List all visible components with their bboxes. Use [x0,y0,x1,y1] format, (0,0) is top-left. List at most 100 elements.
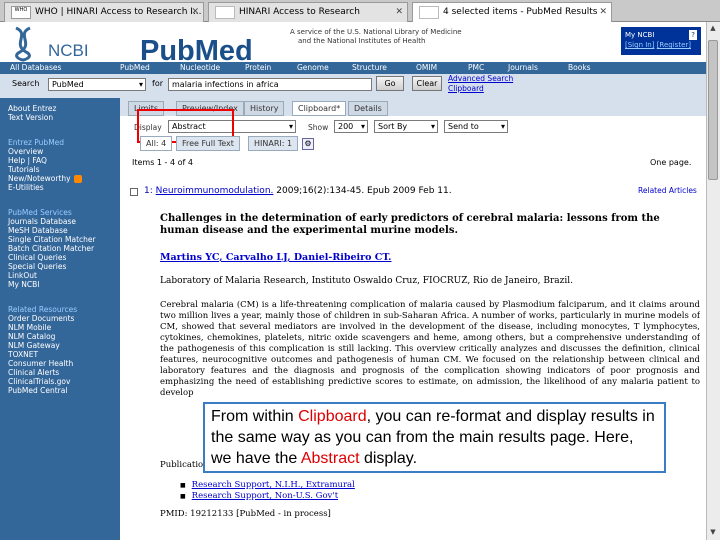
result-citation: 1: Neuroimmunomodulation. 2009;16(2):134… [144,186,452,196]
sidebar-item-pubmed-central[interactable]: PubMed Central [8,386,120,395]
tab-label: WHO | HINARI Access to Research I... [35,7,202,17]
article-title: Challenges in the determination of early… [160,213,660,236]
sidebar-item-linkout[interactable]: LinkOut [8,271,120,280]
callout-text-1: From within [211,408,299,425]
close-tab-icon[interactable]: ✕ [599,7,607,17]
nav-journals[interactable]: Journals [508,63,538,72]
nav-genome[interactable]: Genome [297,63,329,72]
nav-omim[interactable]: OMIM [416,63,437,72]
tab-label: 4 selected items - PubMed Results [443,7,598,17]
sidebar-item-about-entrez[interactable]: About Entrez [8,104,120,113]
tab-hinari[interactable]: HINARI: 1 [248,136,299,151]
sidebar-heading-pubmed-services: PubMed Services [8,208,72,217]
sidebar-item-label: New/Noteworthy [8,174,71,183]
scroll-down-icon[interactable]: ▼ [708,528,718,538]
filter-settings-icon[interactable]: ⚙ [302,138,314,150]
sidebar-item-my-ncbi[interactable]: My NCBI [8,280,120,289]
nav-structure[interactable]: Structure [352,63,387,72]
sidebar-item-nlm-catalog[interactable]: NLM Catalog [8,332,120,341]
search-query: malaria infections in africa [172,80,279,89]
sidebar-item-nlm-gateway[interactable]: NLM Gateway [8,341,120,350]
chevron-down-icon: ▾ [430,122,435,131]
sidebar-item-clinical-alerts[interactable]: Clinical Alerts [8,368,120,377]
browser-tab-bar: WHO WHO | HINARI Access to Research I...… [0,0,720,22]
pubmed-logo[interactable]: PubMed [140,28,280,64]
nav-books[interactable]: Books [568,63,591,72]
callout-text-3: display. [359,450,418,467]
sidebar-item-new-noteworthy[interactable]: New/Noteworthy [8,174,120,183]
pmid-text: PMID: 19212133 [PubMed - in process] [160,509,331,519]
go-button[interactable]: Go [376,76,404,91]
search-bar: Search PubMed ▾ for malaria infections in… [0,74,720,98]
nav-protein[interactable]: Protein [245,63,271,72]
help-icon[interactable]: ? [689,30,697,40]
one-page-link[interactable]: One page. [650,158,691,167]
rss-icon[interactable] [73,175,82,183]
tab-free-full-text[interactable]: Free Full Text [176,136,240,151]
sort-select[interactable]: Sort By ▾ [374,120,438,133]
sidebar-item-journals-database[interactable]: Journals Database [8,217,120,226]
related-articles-link[interactable]: Related Articles [638,186,697,195]
show-select[interactable]: 200 ▾ [334,120,368,133]
sidebar-item-single-citation-matcher[interactable]: Single Citation Matcher [8,235,120,244]
sidebar-item-tutorials[interactable]: Tutorials [8,165,120,174]
show-select-value: 200 [338,122,354,131]
database-nav: All Databases PubMed Nucleotide Protein … [0,62,720,74]
nav-nucleotide[interactable]: Nucleotide [180,63,220,72]
clear-button[interactable]: Clear [412,76,442,91]
tab-clipboard[interactable]: Clipboard* [292,101,347,116]
sidebar-item-toxnet[interactable]: TOXNET [8,350,120,359]
sidebar-item-nlm-mobile[interactable]: NLM Mobile [8,323,120,332]
advanced-search-link[interactable]: Advanced Search [448,74,513,84]
sidebar-item-help-faq[interactable]: Help | FAQ [8,156,120,165]
ncbi-logo[interactable]: NCBI [8,26,108,62]
show-label: Show [308,123,329,132]
browser-tab-who[interactable]: WHO WHO | HINARI Access to Research I...… [4,2,204,22]
database-select-value: PubMed [52,80,84,89]
my-ncbi-label[interactable]: My NCBI [625,31,654,39]
article-authors[interactable]: Martins YC, Carvalho LJ, Daniel-Ribeiro … [160,252,392,263]
sidebar-item-special-queries[interactable]: Special Queries [8,262,120,271]
tab-details[interactable]: Details [348,101,388,116]
chevron-down-icon: ▾ [288,122,293,131]
scroll-up-icon[interactable]: ▲ [708,24,718,34]
tab-all[interactable]: All: 4 [140,136,173,151]
browser-tab-pubmed[interactable]: 4 selected items - PubMed Results ✕ [412,2,612,22]
callout-highlight-abstract: Abstract [300,450,360,467]
close-tab-icon[interactable]: ✕ [395,7,403,17]
scrollbar-thumb[interactable] [708,40,718,180]
result-checkbox[interactable] [130,188,138,196]
clipboard-link[interactable]: Clipboard [448,84,513,94]
publication-type-link[interactable]: Research Support, Non-U.S. Gov't [180,491,355,502]
chevron-down-icon: ▾ [500,122,505,131]
journal-link[interactable]: Neuroimmunomodulation. [156,186,274,196]
send-to-select[interactable]: Send to ▾ [444,120,508,133]
sidebar-item-clinical-queries[interactable]: Clinical Queries [8,253,120,262]
service-line-2: and the National Institutes of Health [298,37,426,45]
sidebar-item-text-version[interactable]: Text Version [8,113,120,122]
close-tab-icon[interactable]: ✕ [191,7,199,17]
tab-history[interactable]: History [244,101,285,116]
sidebar-item-mesh-database[interactable]: MeSH Database [8,226,120,235]
ncbi-logo-text: NCBI [48,41,89,60]
sidebar-heading-entrez-pubmed: Entrez PubMed [8,138,65,147]
who-favicon-icon: WHO [11,6,31,19]
sidebar-item-e-utilities[interactable]: E-Utilities [8,183,120,192]
database-select[interactable]: PubMed ▾ [48,78,146,91]
sidebar-item-batch-citation-matcher[interactable]: Batch Citation Matcher [8,244,120,253]
pubmed-logo-text: PubMed [140,35,253,64]
sidebar-item-order-documents[interactable]: Order Documents [8,314,120,323]
nav-pmc[interactable]: PMC [468,63,484,72]
nav-pubmed[interactable]: PubMed [120,63,150,72]
register-link[interactable]: [Register] [657,41,691,49]
sign-in-link[interactable]: [Sign In] [625,41,654,49]
sidebar-item-overview[interactable]: Overview [8,147,120,156]
sidebar-item-clinicaltrials[interactable]: ClinicalTrials.gov [8,377,120,386]
browser-tab-hinari[interactable]: HINARI Access to Research ✕ [208,2,408,22]
nav-all-databases[interactable]: All Databases [10,63,61,72]
search-label: Search [12,79,40,88]
sidebar-item-consumer-health[interactable]: Consumer Health [8,359,120,368]
service-line-1: A service of the U.S. National Library o… [290,28,462,36]
search-input[interactable]: malaria infections in africa [168,78,372,91]
publication-type-link[interactable]: Research Support, N.I.H., Extramural [180,480,355,491]
